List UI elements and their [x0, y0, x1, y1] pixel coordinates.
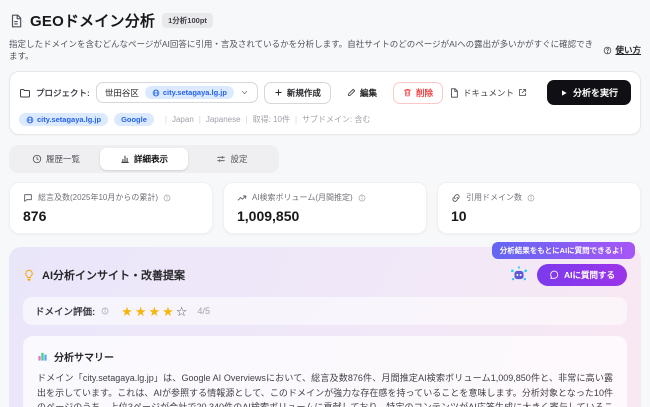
insight-title: AI分析インサイト・改善提案	[42, 267, 185, 283]
rating-text: 4/5	[197, 306, 210, 316]
tab-detail[interactable]: 詳細表示	[100, 148, 188, 170]
view-tabs: 履歴一覧 詳細表示 設定	[9, 145, 279, 173]
speech-bubble-icon	[23, 193, 33, 203]
bar-chart-icon	[120, 154, 130, 164]
link-icon	[451, 193, 461, 203]
run-analysis-button[interactable]: 分析を実行	[547, 80, 631, 105]
tab-history-label: 履歴一覧	[46, 153, 80, 165]
ask-ai-button-label: AIに質問する	[564, 269, 615, 281]
rating-star: ★	[148, 305, 160, 318]
tab-settings-label: 設定	[230, 153, 247, 165]
run-analysis-label: 分析を実行	[573, 86, 618, 99]
project-domain-text: city.setagaya.lg.jp	[163, 88, 227, 97]
project-label-wrap: プロジェクト:	[19, 87, 90, 99]
rating-star: ★	[135, 305, 147, 318]
domain-tag-text: city.setagaya.lg.jp	[37, 115, 101, 124]
ai-mascot-icon	[509, 265, 529, 285]
sliders-icon	[216, 154, 226, 164]
rating-star: ★	[121, 305, 133, 318]
stat-card-domains: 引用ドメイン数 10	[437, 182, 641, 234]
summary-title: 分析サマリー	[54, 349, 114, 364]
points-badge: 1分析100pt	[162, 13, 213, 28]
delete-button-label: 削除	[416, 87, 433, 99]
meta-subdomain: サブドメイン: 含む	[290, 114, 371, 125]
document-icon	[9, 14, 23, 28]
pencil-icon	[347, 88, 356, 97]
clock-icon	[32, 154, 42, 164]
stat-label-text: 総言及数(2025年10月からの累計)	[38, 192, 158, 203]
globe-icon	[26, 116, 34, 124]
trash-icon	[403, 88, 412, 97]
insight-content-card: 分析サマリー ドメイン「city.setagaya.lg.jp」は、Google…	[23, 336, 627, 407]
stat-card-mentions: 総言及数(2025年10月からの累計) 876	[9, 182, 213, 234]
stat-value-domains: 10	[451, 208, 627, 224]
external-link-icon	[518, 88, 527, 97]
globe-icon	[152, 89, 160, 97]
help-link-label: 使い方	[615, 44, 641, 56]
project-meta: Japan Japanese 取得: 10件 サブドメイン: 含む	[160, 114, 371, 125]
info-icon[interactable]	[527, 194, 535, 202]
question-circle-icon	[603, 46, 612, 55]
delete-button[interactable]: 削除	[393, 82, 443, 104]
file-icon	[449, 88, 459, 98]
stat-label-text: 引用ドメイン数	[466, 192, 522, 203]
create-button[interactable]: 新規作成	[264, 82, 331, 104]
tab-settings[interactable]: 設定	[188, 148, 276, 170]
chat-bubble-icon	[549, 270, 559, 280]
help-link[interactable]: 使い方	[603, 44, 641, 56]
play-icon	[560, 89, 568, 97]
domain-rating-bar: ドメイン評価: ★ ★ ★ ★ ☆ 4/5	[23, 297, 627, 325]
page-subtitle-row: 指定したドメインを含むどんなページがAI回答に引用・言及されているかを分析します…	[9, 38, 641, 62]
ask-ai-button[interactable]: AIに質問する	[537, 264, 627, 286]
rating-stars: ★ ★ ★ ★ ☆	[121, 305, 187, 318]
page-title: GEOドメイン分析	[30, 10, 155, 31]
summary-header: 分析サマリー	[37, 349, 613, 364]
domain-tag-pill: city.setagaya.lg.jp	[19, 113, 108, 126]
geo-domain-analysis-page: GEOドメイン分析 1分析100pt 指定したドメインを含むどんなページがAI回…	[0, 0, 650, 407]
engine-tag-pill: Google	[114, 113, 154, 126]
engine-tag-text: Google	[121, 115, 147, 124]
tab-detail-label: 詳細表示	[134, 153, 168, 165]
rating-star: ★	[162, 305, 174, 318]
lightbulb-icon	[23, 269, 35, 281]
stat-value-volume: 1,009,850	[237, 208, 413, 224]
colored-bar-chart-icon	[37, 351, 48, 362]
stat-value-mentions: 876	[23, 208, 199, 224]
meta-region: Japan	[160, 115, 194, 124]
ask-ai-tooltip: 分析結果をもとにAIに質問できるよ！	[492, 242, 635, 259]
meta-language: Japanese	[194, 115, 241, 124]
project-label: プロジェクト:	[36, 87, 90, 99]
edit-button-label: 編集	[360, 87, 377, 99]
info-icon[interactable]	[358, 194, 366, 202]
folder-icon	[19, 87, 31, 99]
info-icon[interactable]	[101, 307, 109, 315]
stat-label-text: AI検索ボリューム(月間推定)	[252, 192, 353, 203]
project-selected-name: 世田谷区	[105, 87, 139, 99]
page-header: GEOドメイン分析 1分析100pt	[9, 10, 641, 31]
ai-insight-panel: 分析結果をもとにAIに質問できるよ！ AI分析インサイト・改善提案 AIに質問す…	[9, 247, 641, 407]
project-domain-pill: city.setagaya.lg.jp	[145, 86, 234, 99]
page-subtitle: 指定したドメインを含むどんなページがAI回答に引用・言及されているかを分析します…	[9, 38, 593, 62]
tab-history[interactable]: 履歴一覧	[12, 148, 100, 170]
insight-header: AI分析インサイト・改善提案	[23, 267, 185, 283]
document-link-label: ドキュメント	[463, 87, 514, 99]
meta-fetch-count: 取得: 10件	[241, 114, 290, 125]
project-select[interactable]: 世田谷区 city.setagaya.lg.jp	[96, 82, 258, 103]
plus-icon	[274, 88, 283, 97]
chevron-down-icon	[240, 88, 249, 97]
project-card: プロジェクト: 世田谷区 city.setagaya.lg.jp 新規作成 編集	[9, 71, 641, 135]
rating-label: ドメイン評価:	[35, 304, 95, 318]
edit-button[interactable]: 編集	[337, 82, 387, 104]
stat-card-volume: AI検索ボリューム(月間推定) 1,009,850	[223, 182, 427, 234]
stat-cards: 総言及数(2025年10月からの累計) 876 AI検索ボリューム(月間推定) …	[9, 182, 641, 234]
summary-body: ドメイン「city.setagaya.lg.jp」は、Google AI Ove…	[37, 371, 613, 407]
info-icon[interactable]	[163, 194, 171, 202]
document-link[interactable]: ドキュメント	[449, 87, 527, 99]
create-button-label: 新規作成	[287, 87, 321, 99]
rating-star: ☆	[176, 305, 188, 318]
trending-up-icon	[237, 193, 247, 203]
